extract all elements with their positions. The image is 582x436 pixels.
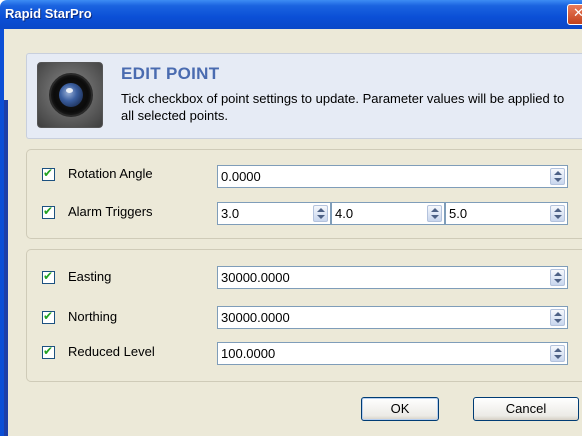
spin-up-icon (554, 312, 562, 316)
cancel-button[interactable]: Cancel (473, 397, 579, 421)
spin-up-icon (554, 348, 562, 352)
northing-checkbox[interactable]: ✔ (42, 309, 55, 324)
header-panel: EDIT POINT Tick checkbox of point settin… (26, 53, 582, 139)
alarm-trigger-3-value: 5.0 (449, 206, 468, 221)
reduced-level-value: 100.0000 (221, 346, 276, 361)
easting-label: Easting (68, 269, 112, 284)
alarm-trigger-3-field[interactable]: 5.0 (445, 202, 568, 225)
title-bar[interactable]: Rapid StarPro ✕ (0, 0, 582, 29)
reduced-level-checkbox[interactable]: ✔ (42, 344, 55, 359)
northing-label: Northing (68, 309, 118, 324)
spin-down-icon (554, 215, 562, 219)
alarm-trigger-2-value: 4.0 (335, 206, 354, 221)
dialog-client-edge (4, 29, 10, 100)
close-icon: ✕ (573, 6, 582, 21)
spin-up-icon (554, 171, 562, 175)
alarm-triggers-label: Alarm Triggers (68, 204, 153, 219)
lens-inner (59, 83, 83, 107)
easting-spinner[interactable] (550, 269, 565, 286)
window-title: Rapid StarPro (5, 6, 92, 21)
northing-spinner[interactable] (550, 309, 565, 326)
alarm-triggers-checkbox[interactable]: ✔ (42, 204, 55, 219)
alarm-trigger-1-spinner[interactable] (313, 205, 328, 222)
header-description: Tick checkbox of point settings to updat… (121, 91, 565, 123)
northing-field[interactable]: 30000.0000 (217, 306, 568, 329)
rotation-angle-value: 0.0000 (221, 169, 261, 184)
spin-down-icon (554, 178, 562, 182)
check-icon: ✔ (43, 204, 54, 218)
rotation-angle-label: Rotation Angle (68, 166, 153, 181)
spin-down-icon (554, 319, 562, 323)
spin-down-icon (554, 355, 562, 359)
spin-up-icon (554, 272, 562, 276)
rotation-angle-spinner[interactable] (550, 168, 565, 185)
rotation-alarm-group (26, 149, 582, 239)
lens-glint (66, 88, 73, 93)
check-icon: ✔ (43, 344, 54, 358)
lens-outer (49, 73, 93, 117)
ok-button[interactable]: OK (361, 397, 439, 421)
alarm-trigger-1-field[interactable]: 3.0 (217, 202, 331, 225)
check-icon: ✔ (43, 309, 54, 323)
spin-up-icon (317, 208, 325, 212)
spin-down-icon (317, 215, 325, 219)
rotation-angle-checkbox[interactable]: ✔ (42, 166, 55, 181)
easting-field[interactable]: 30000.0000 (217, 266, 568, 289)
alarm-trigger-1-value: 3.0 (221, 206, 240, 221)
check-icon: ✔ (43, 166, 54, 180)
alarm-trigger-2-field[interactable]: 4.0 (331, 202, 445, 225)
easting-checkbox[interactable]: ✔ (42, 269, 55, 284)
reduced-level-label: Reduced Level (68, 344, 155, 359)
alarm-trigger-2-spinner[interactable] (427, 205, 442, 222)
reduced-level-spinner[interactable] (550, 345, 565, 362)
spin-down-icon (431, 215, 439, 219)
camera-lens-icon (37, 62, 103, 128)
spin-up-icon (431, 208, 439, 212)
easting-value: 30000.0000 (221, 270, 290, 285)
spin-down-icon (554, 279, 562, 283)
header-title: EDIT POINT (121, 64, 220, 83)
check-icon: ✔ (43, 269, 54, 283)
rotation-angle-field[interactable]: 0.0000 (217, 165, 568, 188)
northing-value: 30000.0000 (221, 310, 290, 325)
alarm-trigger-3-spinner[interactable] (550, 205, 565, 222)
spin-up-icon (554, 208, 562, 212)
reduced-level-field[interactable]: 100.0000 (217, 342, 568, 365)
close-button[interactable]: ✕ (567, 4, 582, 25)
